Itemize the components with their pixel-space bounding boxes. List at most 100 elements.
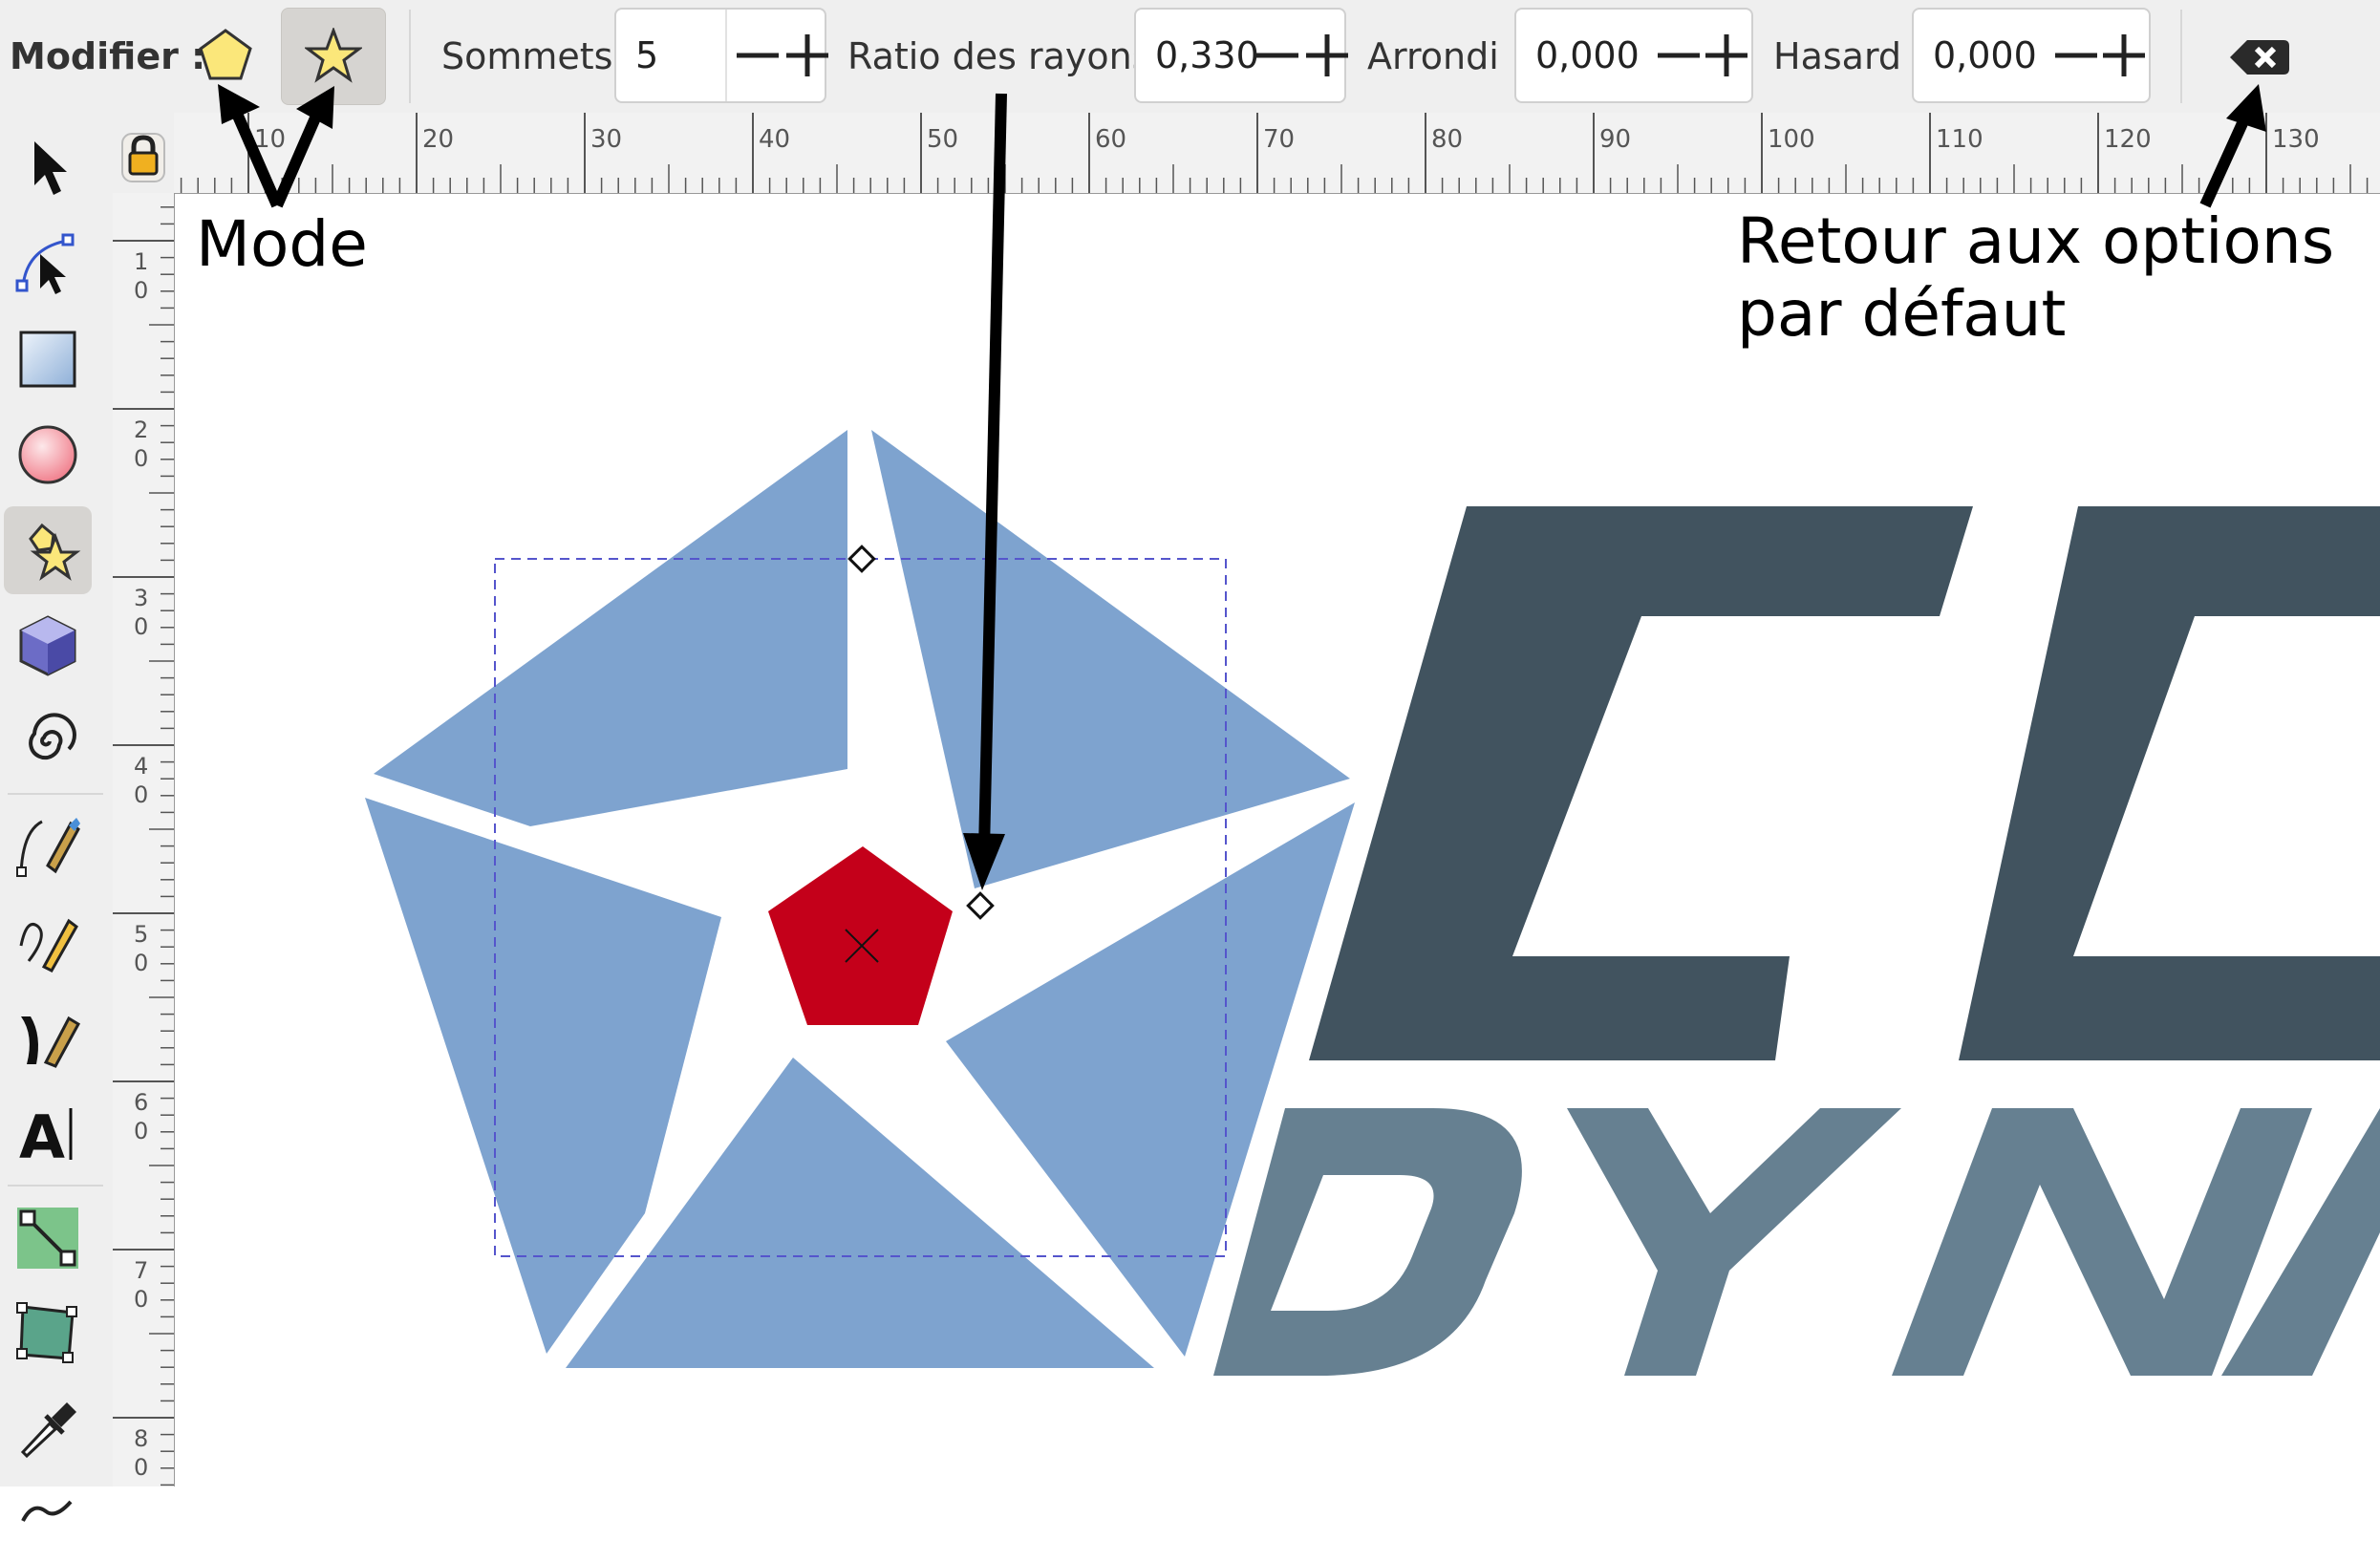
toolbox: A <box>0 113 114 1522</box>
vertical-ruler-label: 0 <box>134 781 148 808</box>
horizontal-ruler-label: 40 <box>759 125 790 154</box>
selector-tool-button[interactable] <box>4 124 92 212</box>
star-tool-button[interactable] <box>4 506 92 594</box>
star-mode-button[interactable] <box>281 8 386 105</box>
horizontal-ruler-label: 90 <box>1599 125 1631 154</box>
spiral-tool-icon <box>29 713 76 760</box>
horizontal-ruler-label: 120 <box>2104 125 2152 154</box>
hasard-spinbox[interactable]: 0,000 <box>1912 8 2151 103</box>
vertical-ruler-label: 0 <box>134 950 148 976</box>
svg-text:A: A <box>19 1102 65 1167</box>
3d-box-tool-button[interactable] <box>4 602 92 690</box>
pencil-tool-icon <box>19 918 78 973</box>
vertical-ruler[interactable]: 1020304050607080 <box>113 193 175 1486</box>
dropper-tool-icon <box>20 1402 76 1459</box>
horizontal-ruler-label: 130 <box>2272 125 2320 154</box>
reset-annotation: Retour aux options par défaut <box>1737 204 2335 351</box>
ellipse-tool-button[interactable] <box>4 411 92 499</box>
vertical-ruler-label: 8 <box>134 1425 148 1452</box>
calligraphy-tool-button[interactable] <box>4 994 92 1081</box>
logo-letters-dyna <box>1213 1108 2380 1376</box>
vertical-ruler-label: 1 <box>134 248 148 275</box>
vertical-ruler-label: 0 <box>134 613 148 640</box>
arrondi-increment-icon[interactable] <box>1698 23 1759 88</box>
polygon-mode-button[interactable] <box>174 8 277 103</box>
vertical-ruler-label: 4 <box>134 753 148 780</box>
star-base-handle[interactable] <box>966 891 995 920</box>
vertical-ruler-label: 0 <box>134 277 148 304</box>
horizontal-ruler-label: 70 <box>1263 125 1295 154</box>
clear-backspace-icon <box>2230 40 2289 75</box>
sommets-value[interactable]: 5 <box>635 10 658 101</box>
hasard-value[interactable]: 0,000 <box>1933 10 2037 101</box>
vertical-ruler-label: 5 <box>134 921 148 948</box>
horizontal-ruler-label: 10 <box>254 125 286 154</box>
vertical-ruler-label: 0 <box>134 1454 148 1481</box>
tool-controls-bar: Modifier : Sommets : 5 Ratio des rayons … <box>0 0 2380 114</box>
ratio-increment-icon[interactable] <box>1298 23 1360 88</box>
ratio-label: Ratio des rayons : <box>847 35 1175 77</box>
red-star-shape[interactable] <box>768 846 953 1025</box>
star-icon <box>305 28 362 83</box>
text-tool-icon: A <box>19 1102 73 1167</box>
mode-annotation: Mode <box>196 207 368 281</box>
vertical-ruler-label: 7 <box>134 1257 148 1284</box>
vertical-ruler-label: 3 <box>134 585 148 611</box>
mesh-gradient-tool-icon <box>16 1302 77 1363</box>
horizontal-ruler-label: 60 <box>1095 125 1126 154</box>
calligraphy-tool-icon <box>21 1016 81 1068</box>
polygon-icon <box>199 29 252 80</box>
logo-pentagon-top-left-segment <box>374 430 847 826</box>
sommets-increment-icon[interactable] <box>779 23 840 88</box>
arrondi-value[interactable]: 0,000 <box>1535 10 1640 101</box>
arrondi-label: Arrondi : <box>1367 35 1523 77</box>
vertical-ruler-label: 2 <box>134 417 148 443</box>
drawing-canvas[interactable] <box>175 194 2380 1486</box>
horizontal-ruler[interactable]: 10 20 30 40 50 60 70 80 90 100 110 120 130 <box>174 113 2380 194</box>
connector-tool-button[interactable] <box>4 1194 92 1282</box>
horizontal-ruler-label: 20 <box>422 125 454 154</box>
star-tip-handle[interactable] <box>847 545 876 573</box>
ratio-spinbox[interactable]: 0,330 <box>1134 8 1348 103</box>
ratio-value[interactable]: 0,330 <box>1155 10 1259 101</box>
horizontal-ruler-label: 100 <box>1768 125 1815 154</box>
hasard-increment-icon[interactable] <box>2095 23 2156 88</box>
3d-box-tool-icon <box>19 615 76 676</box>
pencil-tool-button[interactable] <box>4 898 92 986</box>
logo-pentagon-top-right-segment <box>871 430 1350 888</box>
vertical-ruler-label: 6 <box>134 1089 148 1116</box>
hasard-label: Hasard : <box>1773 35 1925 77</box>
text-tool-button[interactable]: A <box>4 1089 92 1177</box>
star-polygon-tool-icon <box>29 523 81 581</box>
arrondi-spinbox[interactable]: 0,000 <box>1514 8 1753 103</box>
reset-defaults-button[interactable] <box>2220 19 2297 96</box>
vertical-ruler-ticks: 1020304050607080 <box>113 206 174 1486</box>
rectangle-tool-icon <box>19 331 76 388</box>
vertical-ruler-label: 0 <box>134 1286 148 1313</box>
node-tool-button[interactable] <box>4 220 92 308</box>
horizontal-ruler-label: 80 <box>1431 125 1463 154</box>
lock-icon <box>121 133 165 182</box>
mesh-tool-button[interactable] <box>4 1290 92 1378</box>
horizontal-ruler-label: 30 <box>590 125 622 154</box>
selector-arrow-icon <box>34 141 67 195</box>
rectangle-tool-button[interactable] <box>4 315 92 403</box>
dropper-tool-button[interactable] <box>4 1385 92 1473</box>
guide-lock-button[interactable] <box>113 113 174 193</box>
vertical-ruler-label: 0 <box>134 445 148 472</box>
node-tool-icon <box>15 233 75 294</box>
pen-bezier-tool-icon <box>16 818 80 877</box>
sommets-label: Sommets : <box>441 35 637 77</box>
logo-letters-co <box>1309 506 2380 1060</box>
tweak-tool-icon <box>21 1500 73 1522</box>
spiral-tool-button[interactable] <box>4 697 92 785</box>
horizontal-ruler-label: 50 <box>927 125 958 154</box>
canvas-artwork <box>365 430 2380 1376</box>
ellipse-tool-icon <box>18 425 77 484</box>
sommets-spinbox[interactable]: 5 <box>614 8 828 103</box>
vertical-ruler-label: 0 <box>134 1118 148 1144</box>
horizontal-ruler-ticks: 10 20 30 40 50 60 70 80 90 100 110 120 130 <box>180 113 2369 193</box>
connector-tool-icon <box>17 1208 78 1269</box>
horizontal-ruler-label: 110 <box>1936 125 1983 154</box>
pen-tool-button[interactable] <box>4 802 92 890</box>
